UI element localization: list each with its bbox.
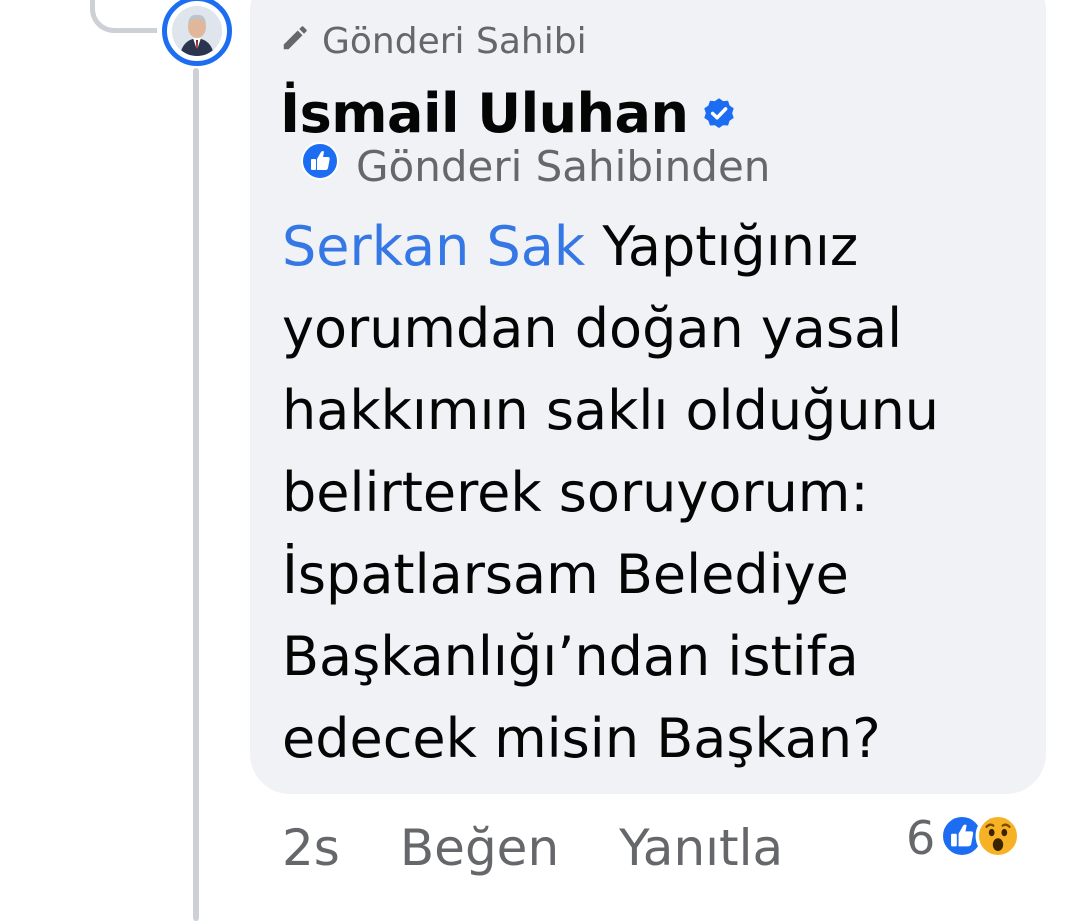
like-button[interactable]: Beğen — [400, 818, 559, 878]
post-owner-label: Gönderi Sahibi — [322, 21, 587, 62]
post-owner-badge: Gönderi Sahibi — [280, 22, 587, 62]
like-badge-icon — [300, 142, 356, 192]
pencil-icon — [280, 22, 322, 62]
mention-link[interactable]: Serkan Sak — [282, 215, 585, 278]
comment-timestamp[interactable]: 2s — [282, 818, 340, 878]
author-name-row[interactable]: İsmail Uluhan — [280, 84, 738, 144]
author-avatar[interactable] — [162, 0, 232, 66]
avatar-image — [172, 6, 222, 56]
thread-line — [193, 68, 199, 921]
liked-by-owner-label: Gönderi Sahibinden — [356, 142, 771, 191]
wow-icon — [975, 813, 1021, 863]
reply-button[interactable]: Yanıtla — [619, 818, 783, 878]
author-name[interactable]: İsmail Uluhan — [280, 84, 689, 144]
liked-by-owner: Gönderi Sahibinden — [300, 142, 770, 192]
comment-body: Serkan Sak Yaptığınız yorumdan doğan yas… — [282, 206, 1027, 780]
comment-text: Yaptığınız yorumdan doğan yasal hakkımın… — [282, 215, 940, 770]
verified-icon — [688, 84, 738, 144]
thread-connector — [90, 0, 157, 33]
comment-actions: 2s Beğen Yanıtla — [282, 818, 783, 878]
reaction-count: 6 — [906, 811, 936, 865]
reaction-summary[interactable]: 6 — [906, 810, 1021, 866]
